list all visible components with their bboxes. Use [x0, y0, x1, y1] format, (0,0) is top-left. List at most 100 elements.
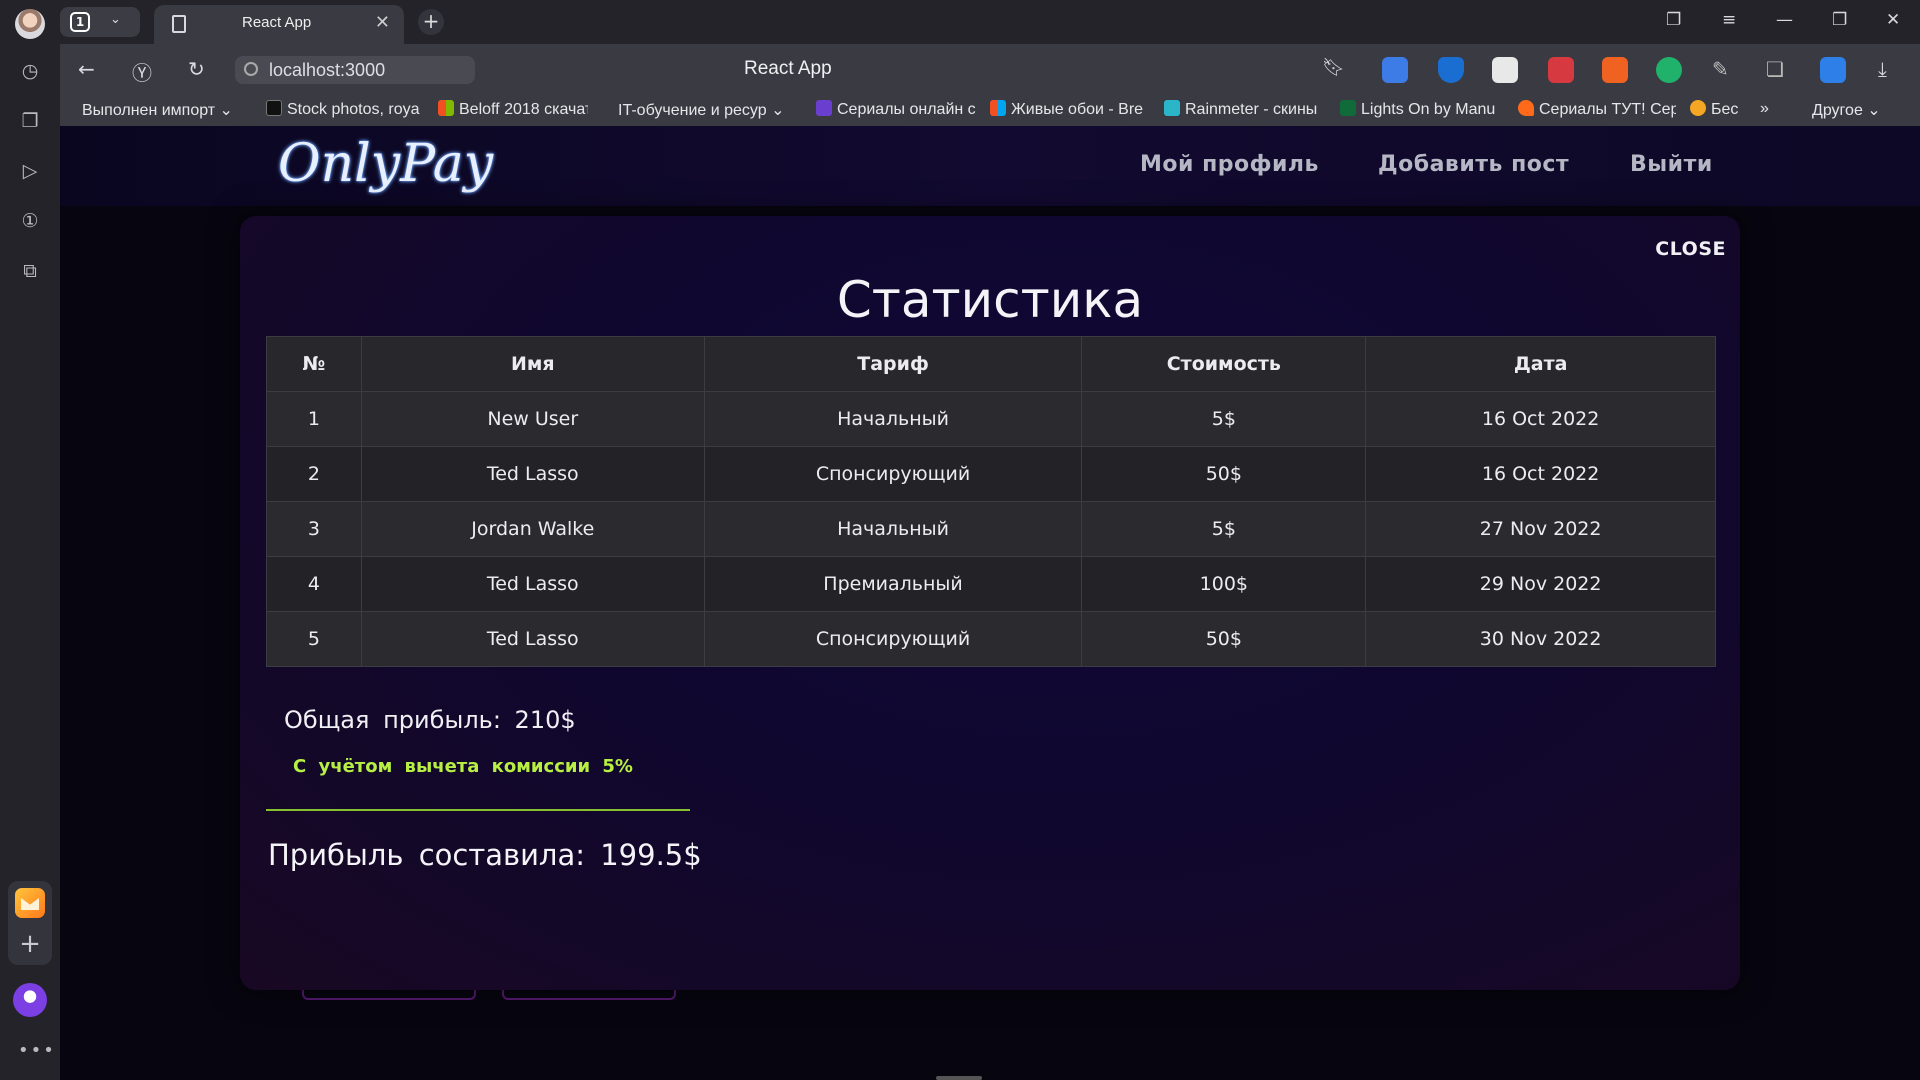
cell-tariff: Начальный	[703, 391, 1083, 447]
bookmark-favicon	[1518, 100, 1534, 116]
puzzle-extension-icon[interactable]: ❏	[1766, 57, 1792, 83]
bookmark-bes[interactable]: Бес	[1690, 100, 1760, 119]
bookmark-folder-imported[interactable]: Выполнен импорт ⌄	[82, 100, 242, 120]
bookmark-live-wallpapers[interactable]: Живые обои - Bre	[990, 100, 1145, 119]
cell-cost: 5$	[1081, 391, 1367, 447]
history-icon[interactable]: ◷	[16, 57, 44, 85]
column-header-number: №	[266, 336, 362, 392]
cell-cost: 50$	[1081, 611, 1367, 667]
tab-counter-button[interactable]: 1 ⌄	[60, 7, 140, 37]
bookmark-label: IT-обучение и ресур	[618, 102, 767, 119]
cell-name: Ted Lasso	[360, 446, 705, 502]
site-info-icon[interactable]	[244, 62, 258, 76]
browser-toolbar: ← Ⓨ ↻ localhost:3000 React App 🔖︎ ✎ ❏ ⤓	[60, 44, 1920, 96]
translate-extension-icon[interactable]	[1382, 57, 1408, 83]
bookmark-favicon	[1164, 100, 1180, 116]
net-profit: Прибыль составила: 199.5$	[268, 838, 702, 872]
reload-icon[interactable]: ↻	[188, 57, 205, 81]
font-extension-icon[interactable]	[1602, 57, 1628, 83]
modal-close-button[interactable]: CLOSE	[1655, 238, 1726, 260]
cell-date: 27 Nov 2022	[1365, 501, 1716, 557]
column-header-date: Дата	[1365, 336, 1716, 392]
assistant-icon[interactable]	[13, 983, 47, 1017]
table-row: 4 Ted Lasso Премиальный 100$ 29 Nov 2022	[266, 556, 1716, 612]
close-window-icon[interactable]: ✕	[1886, 10, 1900, 30]
active-tab[interactable]: React App ✕	[154, 5, 404, 44]
table-row: 1 New User Начальный 5$ 16 Oct 2022	[266, 391, 1716, 447]
statistics-table: № Имя Тариф Стоимость Дата 1 New User На…	[266, 336, 1716, 667]
nav-my-profile[interactable]: Мой профиль	[1140, 152, 1319, 177]
bookmark-serials-hd[interactable]: Сериалы онлайн с	[816, 100, 976, 119]
red-extension-icon[interactable]	[1548, 57, 1574, 83]
bookmark-label: Живые обои - Bre	[1011, 101, 1144, 118]
restore-icon[interactable]: ❐	[1832, 10, 1847, 30]
bookmark-icon[interactable]: 🔖︎	[1322, 57, 1345, 78]
shield-extension-icon[interactable]	[1438, 57, 1464, 83]
url-text: localhost:3000	[269, 60, 386, 80]
tab-manager-icon[interactable]: ❐	[1666, 10, 1681, 30]
page-title: React App	[744, 58, 832, 79]
bookmarks-overflow-icon[interactable]: »	[1760, 100, 1769, 118]
bookmark-rainmeter[interactable]: Rainmeter - скины	[1164, 100, 1322, 119]
back-icon[interactable]: ←	[78, 57, 95, 81]
new-tab-button[interactable]: +	[418, 9, 444, 35]
mail-icon[interactable]	[15, 888, 45, 918]
column-header-cost: Стоимость	[1081, 336, 1367, 392]
glasses-extension-icon[interactable]	[1492, 57, 1518, 83]
cell-number: 2	[266, 446, 362, 502]
bookmark-label: Сериалы ТУТ! Сер	[1539, 101, 1676, 118]
bookmark-label: Выполнен импорт	[82, 102, 216, 119]
nav-logout[interactable]: Выйти	[1630, 152, 1713, 177]
more-icon[interactable]: •••	[18, 1040, 56, 1061]
add-app-icon[interactable]: +	[15, 929, 45, 959]
cell-name: Ted Lasso	[360, 611, 705, 667]
table-row: 3 Jordan Walke Начальный 5$ 27 Nov 2022	[266, 501, 1716, 557]
bookmark-lights-on[interactable]: Lights On by Manu	[1340, 100, 1500, 119]
downloads-icon[interactable]: ⤓	[1878, 57, 1887, 81]
menu-icon[interactable]: ≡	[1722, 10, 1736, 30]
nav-add-post[interactable]: Добавить пост	[1378, 152, 1569, 177]
cell-number: 5	[266, 611, 362, 667]
site-logo[interactable]: OnlyPay	[278, 134, 493, 194]
total-profit: Общая прибыль: 210$	[284, 706, 576, 734]
address-bar[interactable]: localhost:3000	[235, 56, 475, 84]
site-header: OnlyPay Мой профиль Добавить пост Выйти	[60, 126, 1920, 206]
cell-tariff: Спонсирующий	[703, 446, 1083, 502]
summary-divider	[266, 809, 690, 811]
bookmark-favicon	[438, 100, 454, 116]
bookmark-folder-it[interactable]: IT-обучение и ресур ⌄	[618, 100, 796, 120]
bookmark-label: Rainmeter - скины	[1185, 101, 1318, 118]
tab-counter-icon[interactable]: ①	[16, 207, 44, 235]
bookmark-folder-other[interactable]: Другое ⌄	[1812, 100, 1881, 120]
scroll-indicator[interactable]	[936, 1076, 982, 1080]
chevron-down-icon: ⌄	[110, 12, 121, 27]
tab-strip: 1 ⌄ React App ✕ + ❐ ≡ — ❐ ✕	[60, 0, 1920, 44]
yandex-home-icon[interactable]: Ⓨ	[132, 57, 152, 86]
pen-extension-icon[interactable]: ✎	[1712, 57, 1738, 83]
cell-number: 4	[266, 556, 362, 612]
bookmark-serials-tut[interactable]: Сериалы ТУТ! Сер	[1518, 100, 1676, 119]
minimize-icon[interactable]: —	[1776, 10, 1793, 30]
bookmark-label: Сериалы онлайн с	[837, 101, 976, 118]
collections-icon[interactable]: ❐	[16, 107, 44, 135]
bookmark-label: Lights On by Manu	[1361, 101, 1496, 118]
close-tab-icon[interactable]: ✕	[375, 12, 390, 33]
cell-tariff: Начальный	[703, 501, 1083, 557]
statistics-modal: CLOSE Статистика № Имя Тариф Стоимость Д…	[240, 216, 1740, 990]
cell-name: Ted Lasso	[360, 556, 705, 612]
column-header-name: Имя	[360, 336, 705, 392]
cell-date: 30 Nov 2022	[1365, 611, 1716, 667]
profile-avatar[interactable]	[15, 9, 45, 39]
screenshot-icon[interactable]: ⧉	[16, 257, 44, 285]
media-play-icon[interactable]: ▷	[16, 157, 44, 185]
blue-extension-icon[interactable]	[1820, 57, 1846, 83]
modal-title: Статистика	[836, 271, 1144, 329]
cell-name: New User	[360, 391, 705, 447]
target-extension-icon[interactable]	[1656, 57, 1682, 83]
bookmark-beloff[interactable]: Beloff 2018 скачат	[438, 100, 588, 119]
cell-date: 29 Nov 2022	[1365, 556, 1716, 612]
column-header-tariff: Тариф	[703, 336, 1083, 392]
bookmark-favicon	[990, 100, 1006, 116]
sidebar-apps-group: +	[8, 881, 52, 965]
bookmark-stock-photos[interactable]: Stock photos, roya	[266, 100, 421, 119]
